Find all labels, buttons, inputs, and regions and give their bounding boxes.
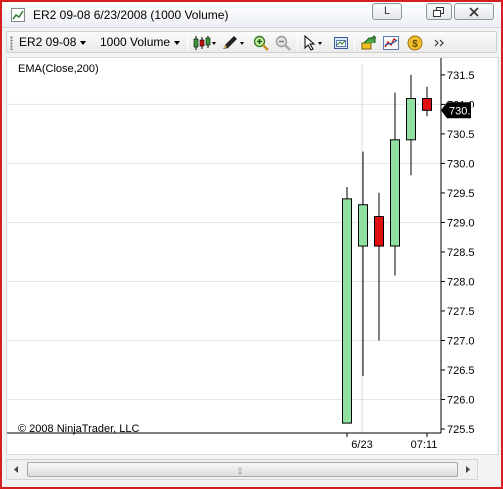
y-tick-label: 726.5 bbox=[447, 365, 475, 377]
draw-pencil-icon[interactable] bbox=[221, 35, 245, 51]
y-tick-label: 726.0 bbox=[447, 394, 475, 406]
y-tick-label: 729.0 bbox=[447, 217, 475, 229]
y-tick-label: 728.5 bbox=[447, 247, 475, 259]
candlestick-style-icon[interactable] bbox=[193, 35, 217, 51]
x-time-label: 07:11 bbox=[411, 439, 438, 451]
last-price-label: 730.9 bbox=[449, 105, 477, 117]
candle-body bbox=[374, 216, 384, 247]
zoom-out-icon[interactable] bbox=[275, 35, 291, 51]
toolbar-divider bbox=[354, 35, 355, 51]
candlestick-chart[interactable]: 731.5731.0730.5730.0729.5729.0728.5728.0… bbox=[7, 58, 498, 454]
chevron-down-icon bbox=[174, 40, 181, 45]
window-title: ER2 09-08 6/23/2008 (1000 Volume) bbox=[33, 8, 229, 22]
scrollbar-grip-icon: ⦙⦙⦙ bbox=[238, 466, 242, 476]
more-options-icon[interactable] bbox=[431, 35, 451, 51]
scrollbar-thumb[interactable]: ⦙⦙⦙ bbox=[27, 462, 458, 477]
x-date-label: 6/23 bbox=[351, 439, 372, 451]
scroll-right-button[interactable] bbox=[459, 461, 476, 478]
candle-body bbox=[358, 204, 368, 247]
chart-app-icon bbox=[11, 8, 25, 22]
minimize-button[interactable]: L bbox=[372, 3, 402, 20]
maximize-icon bbox=[433, 7, 444, 17]
instrument-label: ER2 09-08 bbox=[19, 35, 77, 49]
chart-panel[interactable]: 731.5731.0730.5730.0729.5729.0728.5728.0… bbox=[6, 57, 499, 455]
close-icon bbox=[469, 7, 479, 17]
interval-label: 1000 Volume bbox=[100, 35, 171, 49]
toolbar-grip[interactable] bbox=[10, 36, 13, 50]
strategies-icon[interactable]: $ bbox=[407, 35, 423, 51]
y-tick-label: 729.5 bbox=[447, 188, 475, 200]
y-tick-label: 727.0 bbox=[447, 335, 475, 347]
y-tick-label: 730.5 bbox=[447, 129, 475, 141]
instrument-icon[interactable] bbox=[361, 35, 377, 51]
instrument-selector[interactable]: ER2 09-08 bbox=[19, 34, 87, 51]
indicators-icon[interactable] bbox=[383, 35, 399, 51]
close-button[interactable] bbox=[454, 3, 494, 20]
candle-body bbox=[390, 139, 400, 247]
scroll-left-button[interactable] bbox=[8, 461, 25, 478]
candle-body bbox=[342, 198, 352, 424]
y-tick-label: 725.5 bbox=[447, 424, 475, 436]
chart-window: ER2 09-08 6/23/2008 (1000 Volume) L ER2 … bbox=[0, 0, 503, 489]
properties-icon[interactable] bbox=[333, 35, 349, 51]
candle-body bbox=[406, 98, 416, 141]
chart-toolbar: ER2 09-08 1000 Volume $ bbox=[6, 31, 497, 53]
maximize-button[interactable] bbox=[426, 3, 452, 20]
zoom-in-icon[interactable] bbox=[253, 35, 269, 51]
copyright-label: © 2008 NinjaTrader, LLC bbox=[18, 423, 140, 435]
y-tick-label: 731.5 bbox=[447, 70, 475, 82]
svg-text:$: $ bbox=[412, 39, 418, 50]
title-bar[interactable]: ER2 09-08 6/23/2008 (1000 Volume) L bbox=[2, 2, 501, 28]
horizontal-scrollbar[interactable]: ⦙⦙⦙ bbox=[6, 459, 478, 480]
y-tick-label: 730.0 bbox=[447, 158, 475, 170]
y-tick-label: 727.5 bbox=[447, 306, 475, 318]
chevron-down-icon bbox=[80, 40, 87, 45]
toolbar-divider bbox=[297, 35, 298, 51]
cursor-icon[interactable] bbox=[303, 35, 325, 51]
y-tick-label: 728.0 bbox=[447, 276, 475, 288]
indicator-label: EMA(Close,200) bbox=[18, 63, 99, 75]
candle-body bbox=[422, 98, 432, 111]
toolbar-divider bbox=[187, 35, 188, 51]
interval-selector[interactable]: 1000 Volume bbox=[100, 34, 181, 51]
